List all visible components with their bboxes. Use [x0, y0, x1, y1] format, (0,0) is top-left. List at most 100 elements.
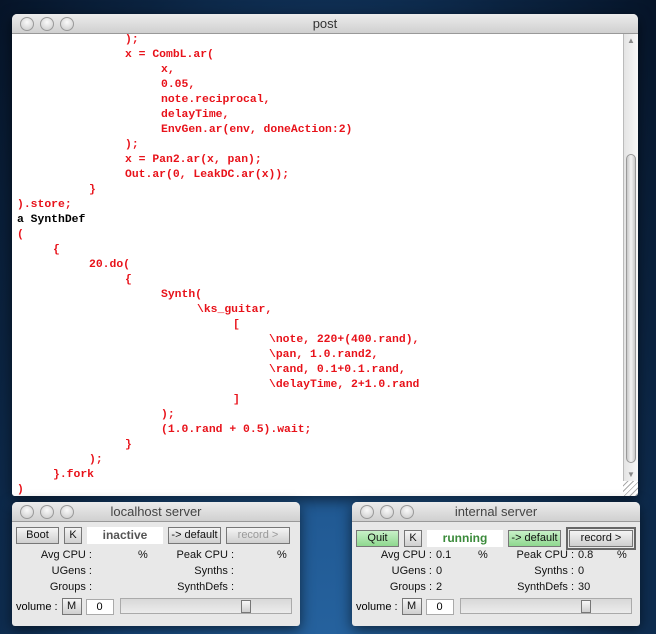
- volume-number-box[interactable]: 0: [85, 598, 114, 615]
- code-line: {: [17, 244, 60, 256]
- code-line: (1.0.rand + 0.5).wait;: [17, 424, 312, 436]
- volume-label: volume :: [356, 600, 398, 613]
- code-line: x = Pan2.ar(x, pan);: [17, 154, 262, 166]
- code-line: note.reciprocal,: [17, 94, 271, 106]
- window-title: localhost server: [110, 504, 202, 519]
- boot-button[interactable]: Boot: [16, 527, 59, 544]
- avg-cpu-label: Avg CPU :: [40, 549, 92, 561]
- mute-button[interactable]: M: [401, 598, 422, 615]
- code-line: 20.do(: [17, 259, 131, 271]
- code-line: }: [17, 439, 132, 451]
- code-line: ]: [17, 394, 240, 406]
- code-line: }: [17, 184, 96, 196]
- volume-slider-knob[interactable]: [581, 600, 591, 613]
- window-title: internal server: [454, 504, 538, 519]
- window-controls: [20, 505, 74, 519]
- synths-label: Synths :: [194, 565, 234, 577]
- kill-button[interactable]: K: [64, 527, 82, 544]
- server-status: running: [427, 530, 503, 547]
- code-line: [: [17, 319, 240, 331]
- minimize-button[interactable]: [380, 505, 394, 519]
- code-line: delayTime,: [17, 109, 230, 121]
- close-button[interactable]: [20, 17, 34, 31]
- code-line: );: [17, 454, 103, 466]
- groups-value: 2: [436, 581, 443, 593]
- record-button[interactable]: record >: [569, 530, 633, 547]
- minimize-button[interactable]: [40, 505, 54, 519]
- peak-cpu-label: Peak CPU :: [516, 549, 574, 561]
- zoom-button[interactable]: [60, 17, 74, 31]
- volume-label: volume :: [16, 600, 58, 613]
- post-window: post ); x = CombL.ar( x, 0.05, note.reci…: [12, 14, 638, 496]
- avg-cpu-percent: %: [138, 549, 148, 561]
- title-bar[interactable]: internal server: [352, 502, 640, 522]
- post-output: ); x = CombL.ar( x, 0.05, note.reciproca…: [17, 33, 419, 496]
- close-button[interactable]: [360, 505, 374, 519]
- scroll-thumb[interactable]: [626, 154, 636, 463]
- window-title: post: [312, 16, 338, 31]
- code-line: {: [17, 274, 132, 286]
- close-button[interactable]: [20, 505, 34, 519]
- output-line: a SynthDef: [17, 214, 86, 226]
- code-line: ): [17, 484, 24, 496]
- mute-button[interactable]: M: [61, 598, 82, 615]
- zoom-button[interactable]: [60, 505, 74, 519]
- default-button[interactable]: -> default: [168, 527, 221, 544]
- avg-cpu-label: Avg CPU :: [380, 549, 432, 561]
- minimize-button[interactable]: [40, 17, 54, 31]
- vertical-scrollbar[interactable]: ▲ ▼: [623, 34, 638, 481]
- code-line: x,: [17, 64, 175, 76]
- server-status: inactive: [87, 527, 163, 544]
- synthdefs-value: 30: [578, 581, 591, 593]
- synths-value: 0: [578, 565, 585, 577]
- volume-slider-knob[interactable]: [241, 600, 251, 613]
- code-line: Out.ar(0, LeakDC.ar(x));: [17, 169, 290, 181]
- code-line: 0.05,: [17, 79, 196, 91]
- record-button[interactable]: record >: [226, 527, 290, 544]
- synths-label: Synths :: [534, 565, 574, 577]
- default-button[interactable]: -> default: [508, 530, 561, 547]
- ugens-label: UGens :: [391, 565, 432, 577]
- peak-cpu-percent: %: [277, 549, 287, 561]
- volume-slider[interactable]: [460, 598, 632, 614]
- code-line: );: [17, 409, 175, 421]
- synthdefs-label: SynthDefs :: [517, 581, 574, 593]
- kill-button[interactable]: K: [404, 530, 422, 547]
- code-line: \note, 220+(400.rand),: [17, 334, 420, 346]
- code-line: \rand, 0.1+0.1.rand,: [17, 364, 406, 376]
- volume-number-box[interactable]: 0: [425, 598, 454, 615]
- avg-cpu-percent: %: [478, 549, 488, 561]
- code-line: (: [17, 229, 24, 241]
- volume-slider[interactable]: [120, 598, 292, 614]
- scroll-down-icon[interactable]: ▼: [624, 470, 638, 479]
- peak-cpu-label: Peak CPU :: [176, 549, 234, 561]
- synthdefs-label: SynthDefs :: [177, 581, 234, 593]
- title-bar[interactable]: post: [12, 14, 638, 34]
- code-line: Synth(: [17, 289, 203, 301]
- title-bar[interactable]: localhost server: [12, 502, 300, 522]
- code-line: x = CombL.ar(: [17, 49, 214, 61]
- scroll-up-icon[interactable]: ▲: [624, 36, 638, 45]
- groups-label: Groups :: [49, 581, 92, 593]
- code-line: );: [17, 139, 139, 151]
- resize-grip-icon[interactable]: [623, 481, 638, 496]
- window-controls: [20, 17, 74, 31]
- peak-cpu-percent: %: [617, 549, 627, 561]
- code-line: }.fork: [17, 469, 95, 481]
- code-line: EnvGen.ar(env, doneAction:2): [17, 124, 353, 136]
- zoom-button[interactable]: [400, 505, 414, 519]
- boot-button[interactable]: Quit: [356, 530, 399, 547]
- post-text-area[interactable]: ); x = CombL.ar( x, 0.05, note.reciproca…: [12, 34, 638, 496]
- code-line: );: [17, 34, 139, 46]
- ugens-label: UGens :: [51, 565, 92, 577]
- peak-cpu-value: 0.8: [578, 549, 594, 561]
- code-line: ).store;: [17, 199, 72, 211]
- window-controls: [360, 505, 414, 519]
- code-line: \pan, 1.0.rand2,: [17, 349, 379, 361]
- internal-server-window: internal server Quit K running -> defaul…: [352, 502, 640, 626]
- localhost-server-window: localhost server Boot K inactive -> defa…: [12, 502, 300, 626]
- code-line: \delayTime, 2+1.0.rand: [17, 379, 420, 391]
- groups-label: Groups :: [389, 581, 432, 593]
- avg-cpu-value: 0.1: [436, 549, 452, 561]
- ugens-value: 0: [436, 565, 443, 577]
